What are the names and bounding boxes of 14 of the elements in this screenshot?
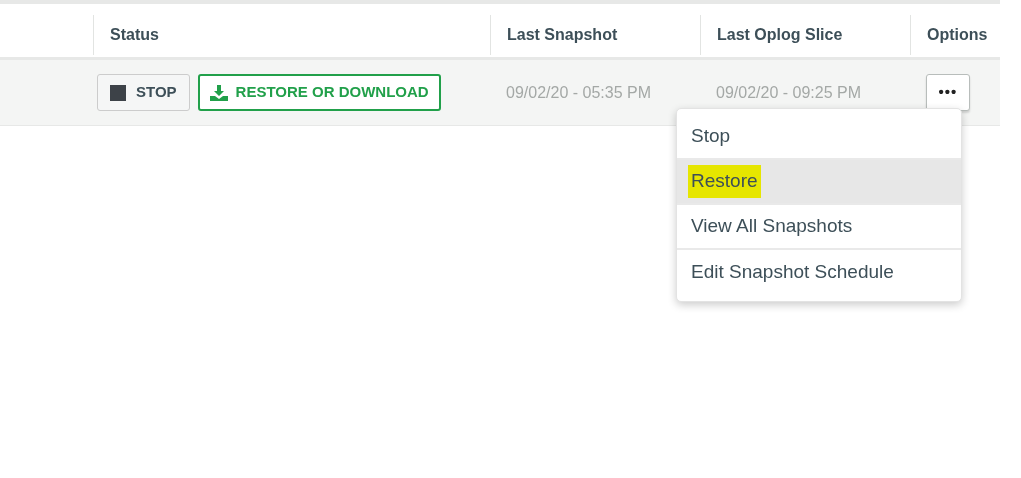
- stop-button[interactable]: STOP: [97, 74, 190, 111]
- column-header: Last Oplog Slice: [717, 25, 843, 45]
- menu-item[interactable]: Stop: [677, 115, 961, 160]
- table-cell: 09/02/20 - 09:25 PM: [716, 83, 861, 101]
- column-header: Status: [110, 25, 159, 45]
- table-cell: 09/02/20 - 05:35 PM: [506, 83, 651, 101]
- stop-icon: [110, 84, 126, 101]
- column-header: Last Snapshot: [507, 25, 618, 45]
- download-icon: [209, 84, 228, 101]
- menu-item[interactable]: Edit Snapshot Schedule: [677, 250, 961, 295]
- options-button[interactable]: •••: [926, 74, 970, 111]
- column-header: Options: [927, 25, 988, 45]
- menu-item[interactable]: Restore: [677, 160, 961, 205]
- menu-item[interactable]: View All Snapshots: [677, 205, 961, 250]
